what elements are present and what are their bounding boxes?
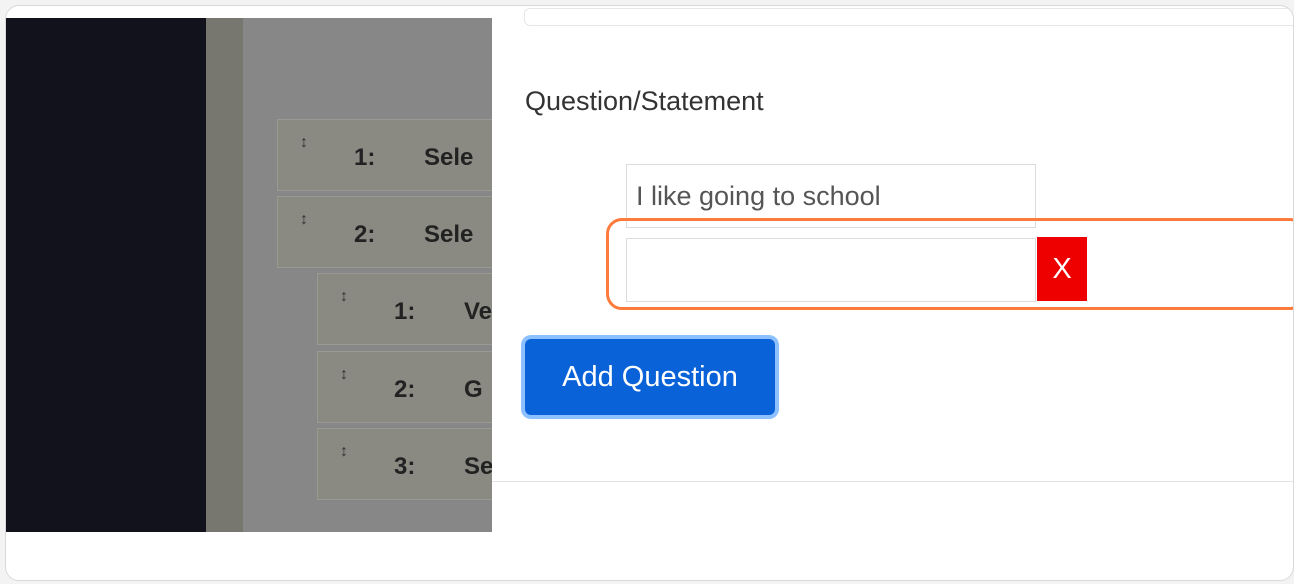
list-item[interactable]: ↕ 2: G	[317, 351, 492, 423]
drag-handle-icon[interactable]: ↕	[340, 366, 348, 384]
drag-handle-icon[interactable]: ↕	[300, 211, 308, 229]
list-item[interactable]: ↕ 2: Sele	[277, 196, 492, 268]
drag-handle-icon[interactable]: ↕	[340, 443, 348, 461]
list-item-label: Ve	[464, 298, 492, 325]
list-item-number: 2:	[394, 376, 416, 403]
question-statement-label: Question/Statement	[525, 86, 764, 116]
list-item-label: G	[464, 376, 483, 403]
list-item[interactable]: ↕ 1: Ve	[317, 273, 492, 345]
remove-answer-button[interactable]: X	[1037, 237, 1087, 301]
list-item-number: 1:	[354, 144, 376, 171]
list-item-number: 2:	[354, 221, 376, 248]
sidebar-edge	[206, 18, 243, 532]
list-item-label: Se	[464, 453, 492, 480]
list-item-label: Sele	[424, 144, 474, 171]
question-editor-panel: Question/Statement X Add Question	[492, 8, 1293, 482]
list-item-number: 1:	[394, 298, 416, 325]
list-item[interactable]: ↕ 3: Se	[317, 428, 492, 500]
list-item-number: 3:	[394, 453, 416, 480]
list-item-label: Sele	[424, 221, 474, 248]
drag-handle-icon[interactable]: ↕	[300, 134, 308, 152]
dimmed-question-list: ↕ 1: Sele ↕ 2: Sele ↕ 1: Ve ↕ 2: G ↕ 3: …	[243, 18, 492, 532]
app-window: ↕ 1: Sele ↕ 2: Sele ↕ 1: Ve ↕ 2: G ↕ 3: …	[5, 5, 1294, 581]
add-question-button[interactable]: Add Question	[525, 339, 775, 415]
answer-input-2[interactable]	[626, 238, 1036, 302]
dark-sidebar	[6, 18, 206, 532]
previous-field-card	[524, 8, 1293, 26]
list-item[interactable]: ↕ 1: Sele	[277, 119, 492, 191]
drag-handle-icon[interactable]: ↕	[340, 288, 348, 306]
